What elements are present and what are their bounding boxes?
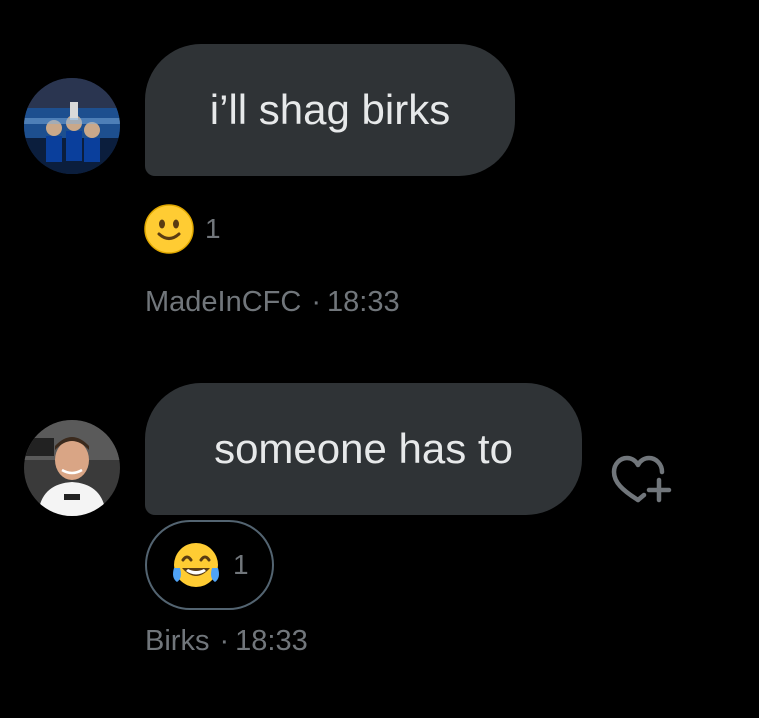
reaction-count: 1 <box>233 549 249 580</box>
message-meta: Birks · 18:33 <box>145 625 308 658</box>
reaction-pill[interactable]: 1 <box>145 520 274 610</box>
separator-dot: · <box>311 286 321 318</box>
message-text: i’ll shag birks <box>209 86 451 133</box>
timestamp: 18:33 <box>235 625 308 657</box>
message-meta: MadeInCFC · 18:33 <box>145 286 400 319</box>
face-with-tears-of-joy-icon <box>169 538 223 592</box>
avatar-image <box>24 420 120 516</box>
slightly-smiling-face-icon <box>143 203 195 255</box>
message-text: someone has to <box>214 425 513 472</box>
avatar-image <box>24 78 120 174</box>
avatar-birks[interactable] <box>24 420 120 516</box>
author-name: MadeInCFC <box>145 286 302 318</box>
add-reaction-button[interactable] <box>608 452 678 508</box>
separator-dot: · <box>219 625 230 657</box>
author-name: Birks <box>145 625 210 657</box>
heart-plus-icon <box>608 452 678 508</box>
message-bubble[interactable]: someone has to <box>145 383 582 515</box>
reaction-count: 1 <box>205 213 221 244</box>
timestamp: 18:33 <box>327 286 400 318</box>
reaction-summary[interactable]: 1 <box>143 200 221 258</box>
avatar-madeincfc[interactable] <box>24 78 120 174</box>
message-bubble[interactable]: i’ll shag birks <box>145 44 515 176</box>
